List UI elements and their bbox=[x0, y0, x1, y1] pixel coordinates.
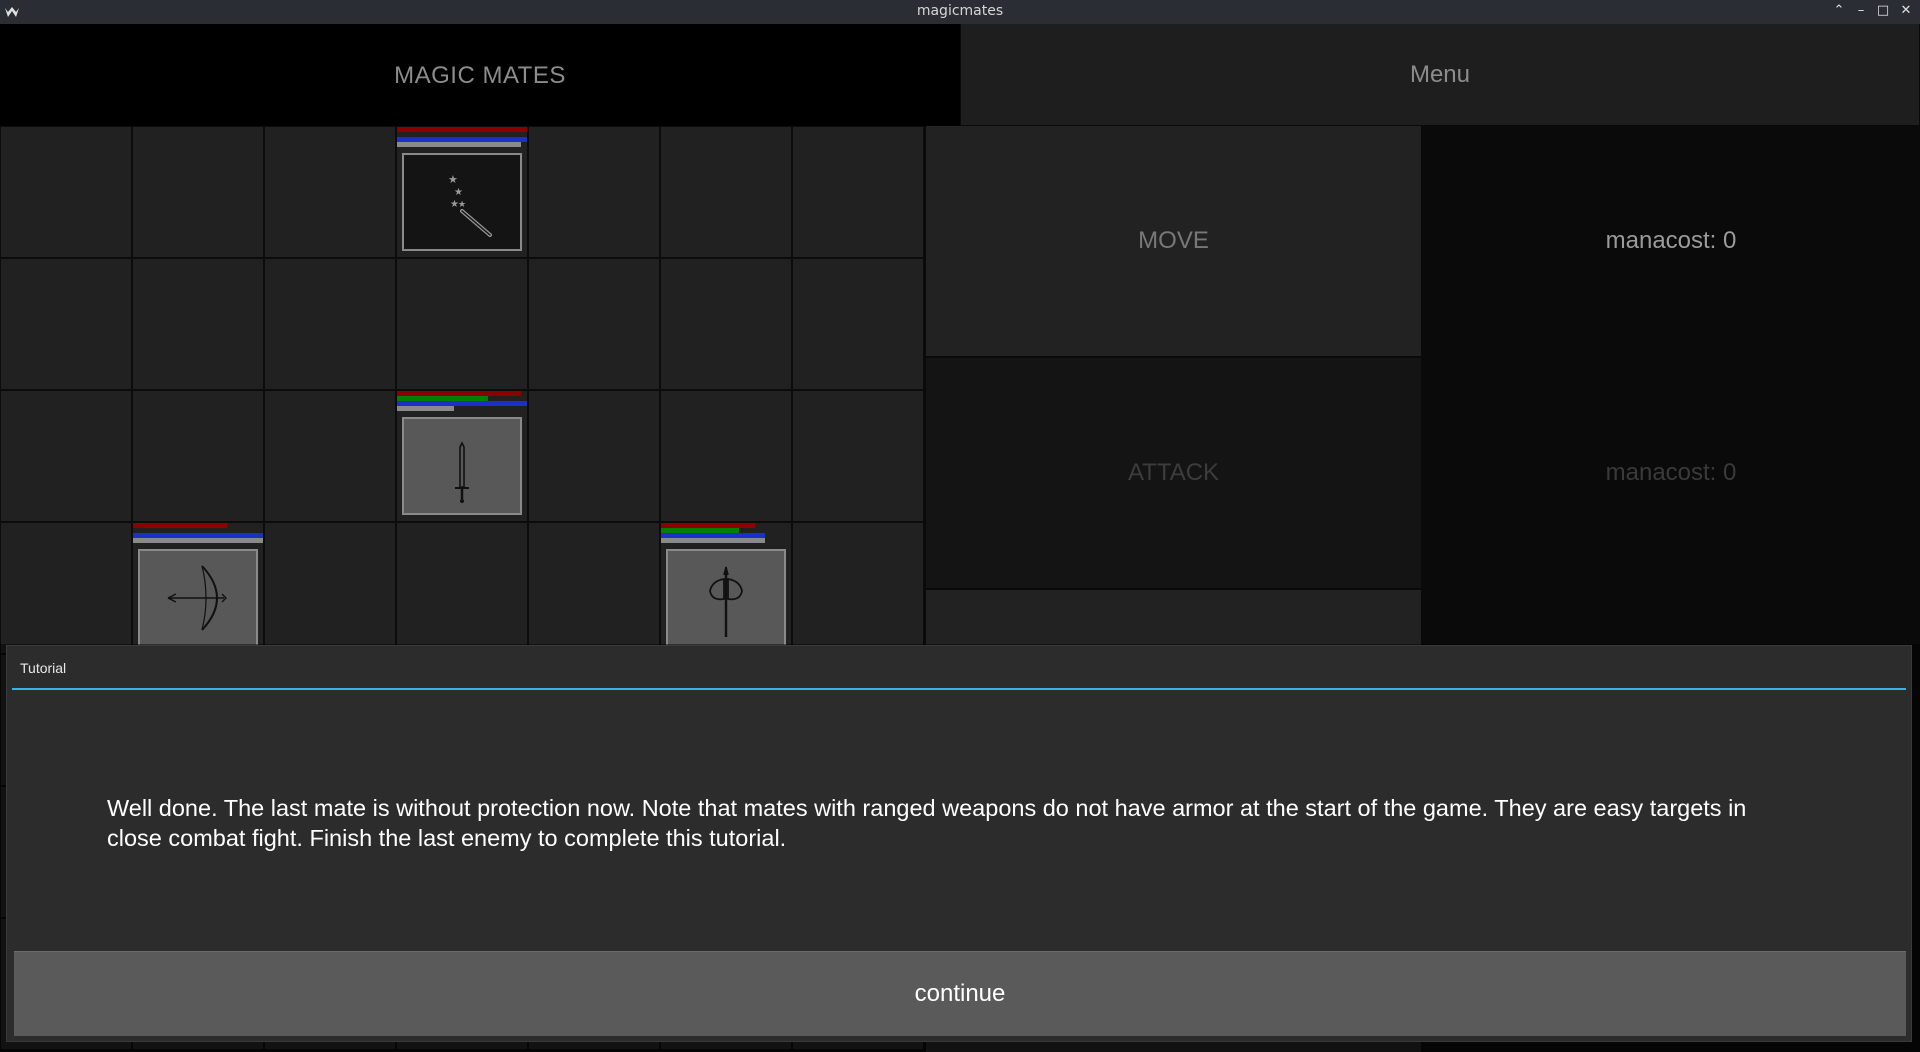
board-cell-axe-mate[interactable] bbox=[660, 522, 792, 654]
board-cell[interactable] bbox=[264, 390, 396, 522]
window-titlebar: magicmates ⌃ – □ ✕ bbox=[0, 0, 1920, 24]
mate-stat-bars bbox=[397, 127, 527, 149]
red-stat-bar bbox=[397, 127, 527, 132]
gray-stat-bar bbox=[661, 538, 765, 543]
move-manacost: manacost: 0 bbox=[1605, 227, 1737, 254]
board-cell[interactable] bbox=[264, 522, 396, 654]
board-cell[interactable] bbox=[792, 522, 924, 654]
axe-portrait[interactable] bbox=[666, 549, 786, 647]
bow-portrait[interactable] bbox=[138, 549, 258, 647]
svg-text:★: ★ bbox=[448, 173, 458, 186]
gray-stat-bar bbox=[397, 142, 521, 147]
board-cell[interactable] bbox=[792, 258, 924, 390]
board-cell[interactable] bbox=[0, 258, 132, 390]
board-cell[interactable] bbox=[132, 390, 264, 522]
menu-button[interactable]: Menu bbox=[961, 24, 1919, 125]
svg-text:★: ★ bbox=[458, 200, 466, 210]
mate-stat-bars bbox=[133, 523, 263, 545]
axe-icon bbox=[709, 566, 743, 637]
continue-button[interactable]: continue bbox=[14, 951, 1906, 1036]
dialog-separator bbox=[12, 688, 1906, 690]
mate-stat-bars bbox=[397, 391, 527, 413]
sword-icon bbox=[455, 441, 469, 503]
game-title: MAGIC MATES bbox=[0, 24, 960, 127]
board-cell-sword-mate[interactable] bbox=[396, 390, 528, 522]
board-cell-bow-mate[interactable] bbox=[132, 522, 264, 654]
board-cell[interactable] bbox=[792, 126, 924, 258]
wand-portrait[interactable]: ★ ★ ★ ★ bbox=[402, 153, 522, 251]
board-cell[interactable] bbox=[0, 522, 132, 654]
window-title: magicmates bbox=[916, 3, 1004, 19]
board-cell-wand-mate[interactable]: ★ ★ ★ ★ bbox=[396, 126, 528, 258]
board-cell[interactable] bbox=[528, 390, 660, 522]
board-cell[interactable] bbox=[660, 390, 792, 522]
tutorial-dialog: Tutorial Well done. The last mate is wit… bbox=[6, 645, 1912, 1042]
board-cell[interactable] bbox=[132, 258, 264, 390]
red-stat-bar bbox=[133, 523, 227, 528]
bow-icon bbox=[167, 565, 227, 631]
gray-stat-bar bbox=[133, 538, 263, 543]
minimize-icon[interactable]: – bbox=[1850, 0, 1872, 24]
board-cell[interactable] bbox=[396, 258, 528, 390]
board-cell[interactable] bbox=[528, 126, 660, 258]
sword-portrait[interactable] bbox=[402, 417, 522, 515]
attack-button[interactable]: ATTACK bbox=[926, 358, 1421, 588]
dialog-title: Tutorial bbox=[20, 660, 67, 676]
board-cell[interactable] bbox=[264, 126, 396, 258]
board-cell[interactable] bbox=[660, 126, 792, 258]
chevron-up-icon[interactable]: ⌃ bbox=[1828, 0, 1850, 24]
board-cell[interactable] bbox=[0, 390, 132, 522]
board-cell[interactable] bbox=[264, 258, 396, 390]
close-icon[interactable]: ✕ bbox=[1895, 0, 1917, 24]
wand-icon: ★★★ ★ bbox=[448, 173, 492, 237]
attack-manacost: manacost: 0 bbox=[1605, 459, 1737, 486]
board-cell[interactable] bbox=[528, 522, 660, 654]
board-cell[interactable] bbox=[396, 522, 528, 654]
dialog-message: Well done. The last mate is without prot… bbox=[107, 795, 1747, 851]
maximize-icon[interactable]: □ bbox=[1872, 0, 1894, 24]
board-cell[interactable] bbox=[132, 126, 264, 258]
board-cell[interactable] bbox=[0, 126, 132, 258]
move-button[interactable]: MOVE bbox=[926, 126, 1421, 356]
gray-stat-bar bbox=[397, 406, 455, 411]
svg-text:★: ★ bbox=[454, 187, 463, 198]
board-cell[interactable] bbox=[660, 258, 792, 390]
board-cell[interactable] bbox=[528, 258, 660, 390]
board-cell[interactable] bbox=[792, 390, 924, 522]
mate-stat-bars bbox=[661, 523, 791, 545]
